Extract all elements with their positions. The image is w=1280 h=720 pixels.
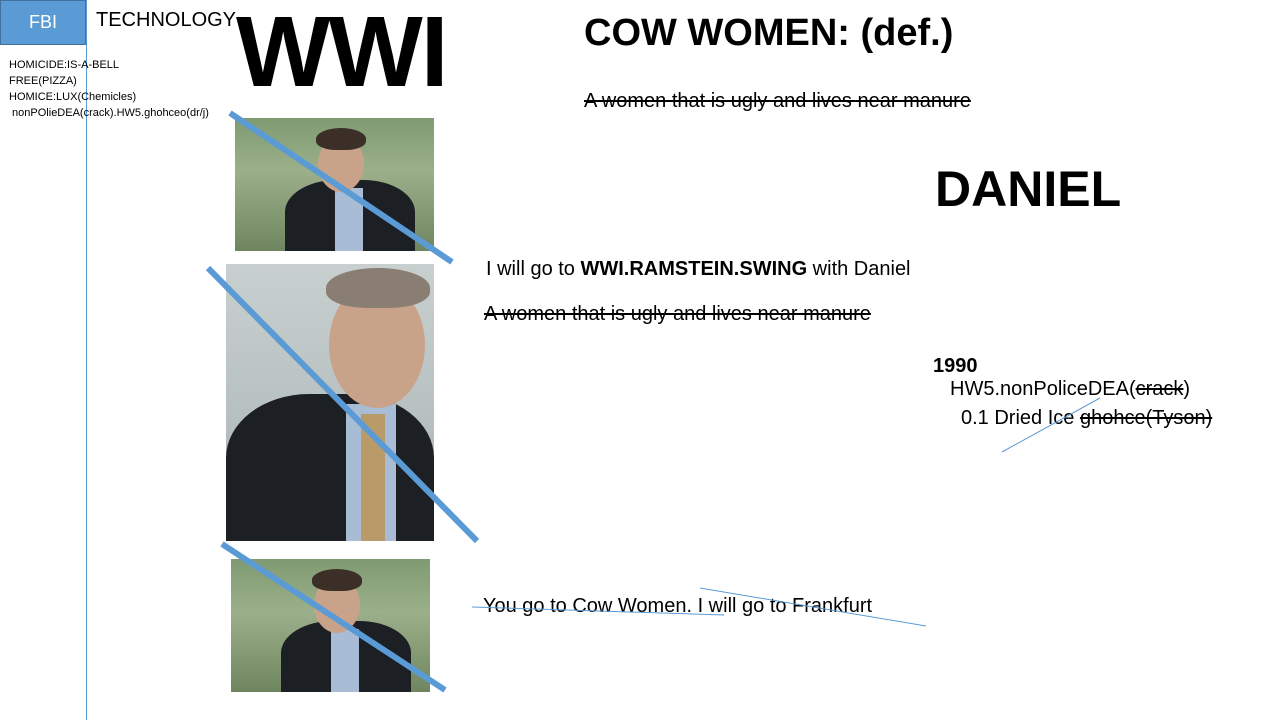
dried-prefix: 0.1 Dried Ice bbox=[961, 407, 1080, 429]
photo-man-1 bbox=[235, 118, 434, 251]
definition-title: COW WOMEN: (def.) bbox=[584, 12, 954, 54]
dried-line: 0.1 Dried Ice ghohce(Tyson) bbox=[961, 407, 1212, 430]
year-label: 1990 bbox=[933, 355, 978, 377]
hw5-suffix: ) bbox=[1183, 378, 1191, 400]
photo-man-2 bbox=[226, 264, 434, 541]
name-heading: DANIEL bbox=[935, 161, 1122, 217]
statement-line: I will go to WWI.RAMSTEIN.SWING with Dan… bbox=[486, 258, 911, 281]
hw5-struck: crack bbox=[1135, 378, 1184, 400]
note-line: nonPOlieDEA(crack).HW5.ghohceo(dr/j) bbox=[9, 107, 209, 119]
bottom-line: You go to Cow Women. I will go to Frankf… bbox=[483, 595, 873, 617]
hw5-prefix: HW5.nonPoliceDEA( bbox=[950, 378, 1136, 400]
note-line: HOMICE:LUX(Chemicles) bbox=[9, 91, 137, 103]
dried-struck: ghohce(Tyson) bbox=[1079, 407, 1213, 429]
notes-block: HOMICIDE:IS-A-BELL FREE(PIZZA) HOMICE:LUX(… bbox=[9, 57, 209, 121]
fbi-label: FBI bbox=[28, 12, 57, 32]
hw5-line: HW5.nonPoliceDEA(crack) bbox=[950, 378, 1190, 401]
photo-man-3 bbox=[231, 559, 430, 692]
fbi-box: FBI bbox=[0, 0, 86, 45]
statement-bold: WWI.RAMSTEIN.SWING bbox=[580, 258, 808, 280]
technology-label: TECHNOLOGY bbox=[96, 9, 237, 31]
note-line: HOMICIDE:IS-A-BELL bbox=[9, 59, 120, 71]
statement-suffix: with Daniel bbox=[807, 258, 911, 280]
definition-text: A women that is ugly and lives near manu… bbox=[584, 90, 971, 112]
statement-prefix: I will go to bbox=[486, 258, 581, 280]
definition-repeat: A women that is ugly and lives near manu… bbox=[484, 303, 871, 325]
big-title: WWI bbox=[236, 0, 449, 108]
note-line: FREE(PIZZA) bbox=[9, 75, 77, 87]
